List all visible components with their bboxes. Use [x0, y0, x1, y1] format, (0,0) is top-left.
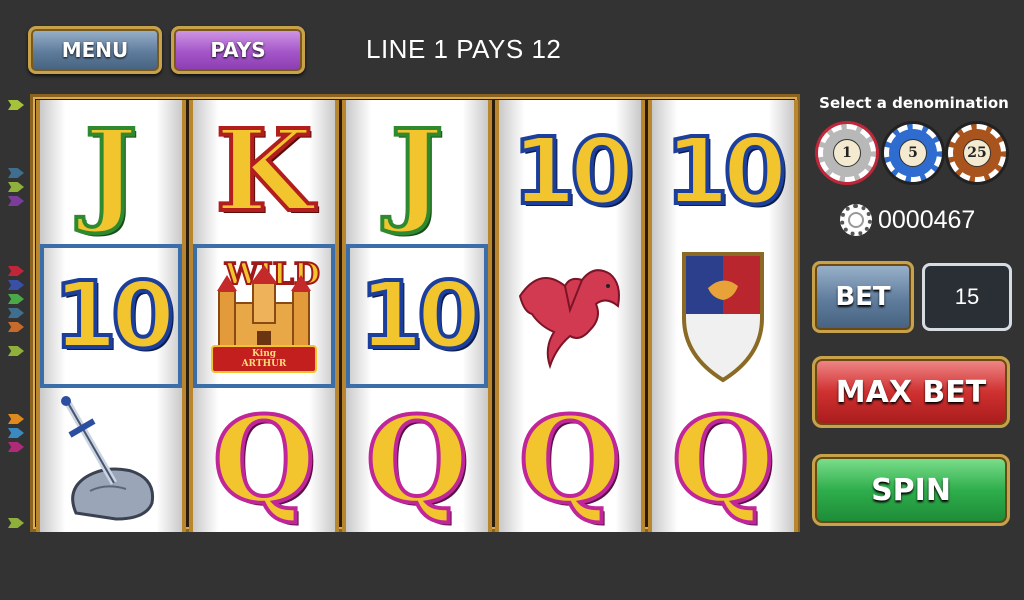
denomination-chip-1[interactable]: 1 — [818, 124, 876, 182]
shield-icon — [682, 252, 764, 383]
payline-marker — [8, 168, 24, 178]
credits-display: 0000467 — [840, 204, 975, 236]
win-line-message: LINE 1 PAYS 12 — [366, 34, 562, 64]
symbol-j: J — [389, 106, 446, 237]
reel-3-symbol-bottom: Q — [346, 388, 488, 532]
reel-5-symbol-bottom: Q — [652, 388, 794, 532]
symbol-ten: 10 — [510, 118, 636, 225]
reel-2-symbol-top: K — [193, 100, 335, 244]
coin-icon — [840, 204, 872, 236]
reel-1-symbol-middle: 10 — [40, 244, 182, 388]
pays-button[interactable]: PAYS — [171, 26, 305, 74]
symbol-q: Q — [670, 390, 777, 529]
payline-marker — [8, 196, 24, 206]
denomination-chip-5[interactable]: 5 — [884, 124, 942, 182]
symbol-ten: 10 — [357, 262, 483, 369]
payline-marker — [8, 100, 24, 110]
credits-value: 0000467 — [878, 205, 976, 234]
reel-5-symbol-middle — [652, 244, 794, 388]
reel-4-symbol-top: 10 — [499, 100, 641, 244]
reel-4: 10 Q — [495, 100, 645, 532]
reel-5: 10 Q — [648, 100, 798, 532]
payline-marker — [8, 294, 24, 304]
payline-marker — [8, 442, 24, 452]
bet-button[interactable]: BET — [812, 261, 914, 333]
sword-in-stone-icon — [61, 396, 155, 521]
reel-2-symbol-middle: WILD King ARTHUR — [193, 244, 335, 388]
symbol-q: Q — [517, 390, 624, 529]
reel-3-symbol-middle: 10 — [346, 244, 488, 388]
payline-marker — [8, 414, 24, 424]
payline-marker — [8, 428, 24, 438]
bet-value-display: 15 — [922, 263, 1012, 331]
payline-marker — [8, 518, 24, 528]
dragon-icon — [518, 269, 620, 370]
reel-4-symbol-middle — [499, 244, 641, 388]
payline-marker — [8, 308, 24, 318]
chip-label: 5 — [899, 139, 927, 167]
reel-5-symbol-top: 10 — [652, 100, 794, 244]
chip-label: 1 — [833, 139, 861, 167]
symbol-j: J — [83, 106, 140, 237]
payline-marker — [8, 266, 24, 276]
symbol-q: Q — [364, 390, 471, 529]
chip-label: 25 — [963, 139, 991, 167]
reel-1-symbol-bottom — [40, 388, 182, 532]
symbol-ten: 10 — [51, 262, 177, 369]
reel-3-symbol-top: J — [346, 100, 488, 244]
payline-marker — [8, 182, 24, 192]
symbol-k: K — [213, 106, 314, 237]
payline-marker — [8, 322, 24, 332]
symbol-ten: 10 — [663, 118, 789, 225]
wild-symbol: WILD King ARTHUR — [199, 251, 329, 381]
reel-4-symbol-bottom: Q — [499, 388, 641, 532]
reel-1: J 10 — [36, 100, 186, 532]
payline-marker — [8, 280, 24, 290]
denomination-chip-25[interactable]: 25 — [948, 124, 1006, 182]
wild-banner-top: King — [251, 349, 277, 359]
spin-button[interactable]: SPIN — [812, 454, 1010, 526]
menu-button[interactable]: MENU — [28, 26, 162, 74]
reel-3: J 10 Q — [342, 100, 492, 532]
denomination-title: Select a denomination — [819, 94, 1009, 112]
symbol-q: Q — [211, 390, 318, 529]
reel-2: K WILD King ARTHUR Q — [189, 100, 339, 532]
reel-2-symbol-bottom: Q — [193, 388, 335, 532]
reels-frame: J 10 K WILD King ARTHUR Q J 10 Q 10 Q 10… — [30, 94, 800, 532]
wild-banner-bottom: ARTHUR — [241, 359, 287, 369]
max-bet-button[interactable]: MAX BET — [812, 356, 1010, 428]
payline-marker — [8, 346, 24, 356]
reel-1-symbol-top: J — [40, 100, 182, 244]
wild-banner: King ARTHUR — [211, 345, 317, 373]
